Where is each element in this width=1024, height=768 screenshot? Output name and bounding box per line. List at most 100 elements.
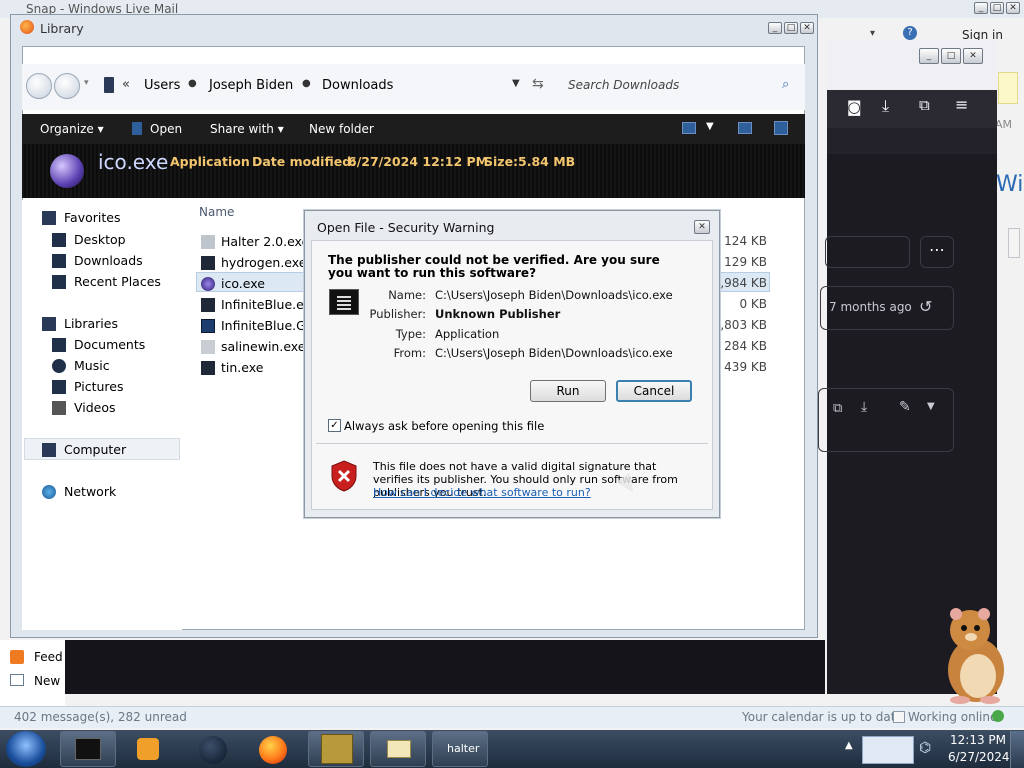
nav-favorites[interactable]: Favorites	[42, 210, 120, 225]
tray-app-icon[interactable]	[862, 736, 914, 764]
more-options-icon[interactable]: ⋯	[920, 236, 954, 268]
shield-warning-icon	[330, 460, 358, 492]
search-box[interactable]: Search Downloads ⌕	[562, 74, 800, 98]
firefox-input-box[interactable]	[825, 236, 910, 268]
minimize-button[interactable]: _	[768, 22, 782, 34]
taskbar-app-mail[interactable]	[370, 731, 426, 767]
tray-expand-icon[interactable]: ▲	[845, 740, 853, 751]
newsgroup-icon	[10, 674, 24, 686]
file-row[interactable]: tin.exe	[201, 360, 263, 375]
search-icon[interactable]: ⌕	[782, 77, 789, 92]
taskbar-app-firefox[interactable]	[244, 731, 300, 767]
minimize-button[interactable]: _	[974, 2, 988, 14]
nav-network[interactable]: Network	[42, 484, 116, 499]
file-row[interactable]: hydrogen.exe	[201, 255, 306, 270]
preview-pane-icon[interactable]	[738, 122, 752, 134]
close-button[interactable]: ✕	[1006, 2, 1020, 14]
minimize-button[interactable]: _	[919, 48, 939, 64]
from-label: From:	[393, 346, 426, 360]
feeds-label[interactable]: Feed	[34, 650, 63, 664]
file-row[interactable]: InfiniteBlue.exe	[201, 297, 318, 312]
view-dropdown-icon[interactable]: ▼	[706, 121, 714, 132]
from-value: C:\Users\Joseph Biden\Downloads\ico.exe	[435, 346, 673, 360]
online-icon	[992, 710, 1004, 722]
copy-icon[interactable]: ⧉	[833, 401, 842, 416]
run-button[interactable]: Run	[530, 380, 606, 402]
menu-icon[interactable]: ≡	[955, 95, 968, 114]
help-icon[interactable]	[774, 121, 788, 135]
forward-button[interactable]	[54, 73, 80, 99]
nav-libraries[interactable]: Libraries	[42, 316, 118, 331]
file-name: Halter 2.0.exe	[221, 234, 310, 249]
nav-pictures[interactable]: Pictures	[52, 379, 124, 394]
new-folder-button[interactable]: New folder	[309, 122, 374, 136]
pocket-icon[interactable]: ◙	[847, 98, 862, 116]
close-button[interactable]: ✕	[800, 22, 814, 34]
view-icon[interactable]	[682, 122, 696, 134]
breadcrumb-users[interactable]: Users	[144, 78, 180, 93]
breadcrumb-downloads[interactable]: Downloads	[322, 78, 393, 93]
maximize-button[interactable]: □	[784, 22, 798, 34]
history-icon[interactable]: ↺	[919, 297, 932, 316]
dialog-close-button[interactable]: ✕	[694, 220, 710, 234]
file-row[interactable]: salinewin.exe	[201, 339, 306, 354]
breadcrumb-joseph-biden[interactable]: Joseph Biden	[209, 78, 293, 93]
breadcrumb-separator[interactable]: ●	[302, 78, 311, 89]
always-ask-checkbox[interactable]: ✓	[328, 419, 341, 432]
taskbar-app-terminal[interactable]	[60, 731, 116, 767]
organize-menu[interactable]: Organize ▾	[40, 122, 104, 136]
network-icon	[42, 484, 56, 499]
taskbar-app-halter[interactable]: halter	[432, 731, 488, 767]
breadcrumb-overflow-icon[interactable]: «	[122, 77, 130, 92]
cancel-button[interactable]: Cancel	[616, 380, 692, 402]
file-row[interactable]: Halter 2.0.exe	[201, 234, 309, 249]
search-input[interactable]: Search Downloads	[568, 78, 679, 92]
download-icon[interactable]: ⤓	[882, 96, 889, 116]
back-button[interactable]	[26, 73, 52, 99]
start-button[interactable]	[6, 731, 46, 767]
close-button[interactable]: ✕	[963, 48, 983, 64]
breadcrumb-separator[interactable]: ●	[188, 78, 197, 89]
mail-scrollbar[interactable]	[1008, 228, 1020, 258]
file-row[interactable]: ico.exe	[201, 276, 265, 291]
chevron-down-icon[interactable]: ▼	[927, 401, 935, 412]
maximize-button[interactable]: □	[941, 48, 961, 64]
help-link[interactable]: How can I decide what software to run?	[373, 486, 591, 499]
type-label: Type:	[395, 327, 426, 341]
nav-music[interactable]: Music	[52, 358, 110, 373]
firefox-file-card: ⧉ ⤓ ✎ ▼	[818, 388, 954, 452]
extensions-icon[interactable]: ⧉	[919, 96, 930, 114]
nav-videos[interactable]: Videos	[52, 400, 116, 415]
share-with-menu[interactable]: Share with ▾	[210, 122, 284, 136]
details-pane: ico.exe Application Date modified: 6/27/…	[22, 144, 805, 198]
address-dropdown-icon[interactable]: ▼	[512, 78, 520, 89]
media-player-icon	[137, 738, 159, 760]
taskbar-app-globe[interactable]	[184, 731, 240, 767]
nav-recent-places[interactable]: Recent Places	[52, 274, 161, 289]
edit-icon[interactable]: ✎	[899, 399, 911, 415]
network-tray-icon[interactable]: ⌬	[919, 740, 931, 756]
exe-icon	[201, 255, 215, 270]
taskbar-app-media[interactable]	[120, 731, 176, 767]
nav-downloads[interactable]: Downloads	[52, 253, 143, 268]
help-icon[interactable]: ?	[903, 26, 917, 40]
library-app-icon	[20, 20, 34, 34]
recent-places-icon	[52, 274, 66, 289]
clock-time[interactable]: 12:13 PM	[950, 733, 1006, 747]
taskbar-app-box[interactable]	[308, 731, 364, 767]
open-button[interactable]: Open	[150, 122, 182, 136]
refresh-icon[interactable]: ⇆	[532, 76, 544, 92]
column-header-name[interactable]: Name	[199, 205, 234, 219]
nav-network-label: Network	[64, 484, 117, 499]
always-ask-label[interactable]: Always ask before opening this file	[344, 419, 544, 433]
download-icon[interactable]: ⤓	[861, 399, 867, 415]
chevron-down-icon[interactable]: ▾	[84, 78, 89, 88]
mail-dropdown-icon[interactable]: ▾	[870, 28, 875, 39]
show-desktop-button[interactable]	[1010, 731, 1024, 768]
newsgroups-label[interactable]: New	[34, 674, 60, 688]
clock-date[interactable]: 6/27/2024	[948, 750, 1010, 764]
nav-documents[interactable]: Documents	[52, 337, 145, 352]
maximize-button[interactable]: □	[990, 2, 1004, 14]
nav-desktop[interactable]: Desktop	[52, 232, 126, 247]
nav-computer[interactable]: Computer	[42, 442, 126, 457]
